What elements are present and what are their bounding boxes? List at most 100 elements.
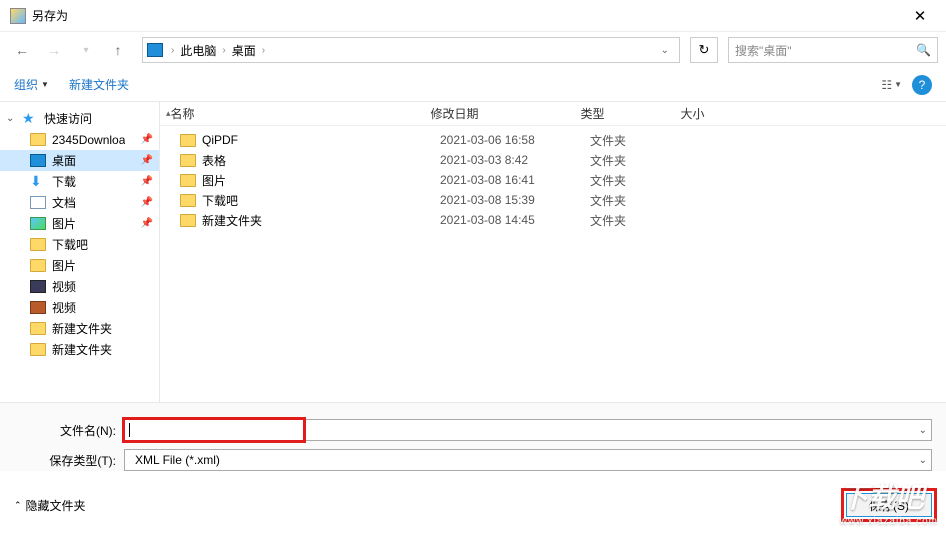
pin-icon: 📌	[141, 197, 153, 208]
sidebar-item[interactable]: 桌面📌	[0, 150, 159, 171]
chevron-down-icon: ⌄	[919, 455, 927, 466]
sidebar: ⌄ ★ 快速访问 2345Downloa📌桌面📌⬇下载📌文档📌图片📌下载吧图片视…	[0, 102, 160, 402]
chevron-right-icon: ›	[220, 45, 227, 56]
column-name[interactable]: 名称	[171, 105, 431, 122]
organize-button[interactable]: 组织▼	[14, 76, 49, 93]
file-row[interactable]: 表格2021-03-03 8:42文件夹	[160, 150, 946, 170]
column-size[interactable]: 大小	[681, 105, 761, 122]
filename-label: 文件名(N):	[14, 422, 124, 439]
folder-icon	[30, 133, 46, 146]
sidebar-item[interactable]: 视频	[0, 276, 159, 297]
column-headers: ▴ 名称 修改日期 类型 大小	[160, 102, 946, 126]
folder-icon	[30, 259, 46, 272]
filetype-select[interactable]: XML File (*.xml) ⌄	[124, 449, 932, 471]
doc-icon	[30, 196, 46, 209]
save-button[interactable]: 保存(S)	[846, 493, 932, 517]
chevron-down-icon: ⌄	[6, 113, 16, 124]
desktop-icon	[30, 154, 46, 167]
up-button[interactable]: ↑	[104, 36, 132, 64]
sidebar-quick-access[interactable]: ⌄ ★ 快速访问	[0, 108, 159, 129]
file-name: 表格	[202, 152, 440, 169]
sidebar-item-label: 文档	[52, 194, 76, 211]
folder-icon	[180, 134, 196, 147]
address-dropdown[interactable]: ⌄	[655, 45, 675, 56]
folder-icon	[180, 174, 196, 187]
sidebar-item[interactable]: 新建文件夹	[0, 318, 159, 339]
sidebar-item[interactable]: 图片	[0, 255, 159, 276]
folder-icon	[180, 154, 196, 167]
column-date[interactable]: 修改日期	[431, 105, 581, 122]
file-date: 2021-03-08 14:45	[440, 213, 590, 227]
file-row[interactable]: 图片2021-03-08 16:41文件夹	[160, 170, 946, 190]
filename-input-extent[interactable]: ⌄	[303, 419, 932, 441]
star-icon: ★	[22, 112, 38, 125]
file-date: 2021-03-03 8:42	[440, 153, 590, 167]
folder-icon	[30, 322, 46, 335]
address-bar[interactable]: › 此电脑 › 桌面 › ⌄	[142, 37, 680, 63]
forward-button[interactable]: →	[40, 36, 68, 64]
bottom-panel: 文件名(N): ⌄ 保存类型(T): XML File (*.xml) ⌄	[0, 402, 946, 471]
filename-input[interactable]	[124, 419, 304, 441]
title-bar: 另存为 ✕	[0, 0, 946, 32]
sidebar-item[interactable]: 新建文件夹	[0, 339, 159, 360]
sidebar-item[interactable]: 下载吧	[0, 234, 159, 255]
file-row[interactable]: 新建文件夹2021-03-08 14:45文件夹	[160, 210, 946, 230]
vid2-icon	[30, 301, 46, 314]
help-button[interactable]: ?	[912, 75, 932, 95]
breadcrumb-root[interactable]: 此电脑	[176, 42, 220, 59]
chevron-down-icon: ▼	[41, 80, 49, 89]
history-dropdown[interactable]: ▾	[72, 36, 100, 64]
pin-icon: 📌	[141, 176, 153, 187]
pin-icon: 📌	[141, 218, 153, 229]
file-date: 2021-03-08 16:41	[440, 173, 590, 187]
chevron-down-icon[interactable]: ⌄	[919, 425, 927, 436]
search-icon: 🔍	[916, 43, 931, 57]
search-placeholder: 搜索"桌面"	[735, 42, 792, 59]
sidebar-item[interactable]: 视频	[0, 297, 159, 318]
sidebar-item[interactable]: 图片📌	[0, 213, 159, 234]
nav-bar: ← → ▾ ↑ › 此电脑 › 桌面 › ⌄ ↻ 搜索"桌面" 🔍	[0, 32, 946, 68]
sidebar-item-label: 新建文件夹	[52, 320, 112, 337]
chevron-right-icon: ›	[169, 45, 176, 56]
hide-folders-button[interactable]: ⌃ 隐藏文件夹	[14, 497, 86, 514]
sidebar-item-label: 2345Downloa	[52, 133, 125, 147]
back-button[interactable]: ←	[8, 36, 36, 64]
file-pane: ▴ 名称 修改日期 类型 大小 QiPDF2021-03-06 16:58文件夹…	[160, 102, 946, 402]
sidebar-item-label: 下载	[52, 173, 76, 190]
breadcrumb-current[interactable]: 桌面	[228, 42, 260, 59]
sidebar-item-label: 视频	[52, 299, 76, 316]
view-mode-button[interactable]: ☷ ▼	[881, 78, 902, 92]
file-type: 文件夹	[590, 192, 690, 209]
folder-icon	[180, 194, 196, 207]
sidebar-item[interactable]: ⬇ 下载 📌	[0, 171, 159, 192]
file-row[interactable]: QiPDF2021-03-06 16:58文件夹	[160, 130, 946, 150]
file-date: 2021-03-08 15:39	[440, 193, 590, 207]
file-name: 下载吧	[202, 192, 440, 209]
pin-icon: 📌	[141, 134, 153, 145]
sidebar-item-label: 下载吧	[52, 236, 88, 253]
sidebar-item[interactable]: 文档 📌	[0, 192, 159, 213]
filetype-row: 保存类型(T): XML File (*.xml) ⌄	[14, 449, 932, 471]
folder-icon	[30, 238, 46, 251]
app-icon	[10, 8, 26, 24]
list-icon: ☷	[881, 78, 892, 92]
file-type: 文件夹	[590, 132, 690, 149]
footer: ⌃ 隐藏文件夹 保存(S)	[0, 479, 946, 527]
new-folder-button[interactable]: 新建文件夹	[69, 76, 129, 93]
column-type[interactable]: 类型	[581, 105, 681, 122]
close-button[interactable]: ✕	[898, 1, 942, 31]
folder-icon	[180, 214, 196, 227]
file-name: 新建文件夹	[202, 212, 440, 229]
file-type: 文件夹	[590, 212, 690, 229]
search-input[interactable]: 搜索"桌面" 🔍	[728, 37, 938, 63]
vid-icon	[30, 280, 46, 293]
chevron-right-icon: ›	[260, 45, 267, 56]
file-date: 2021-03-06 16:58	[440, 133, 590, 147]
down-icon: ⬇	[30, 175, 46, 188]
file-row[interactable]: 下载吧2021-03-08 15:39文件夹	[160, 190, 946, 210]
sidebar-item-label: 桌面	[52, 152, 76, 169]
file-name: QiPDF	[202, 133, 440, 147]
sidebar-item[interactable]: 2345Downloa 📌	[0, 129, 159, 150]
refresh-button[interactable]: ↻	[690, 37, 718, 63]
filename-row: 文件名(N): ⌄	[14, 419, 932, 441]
